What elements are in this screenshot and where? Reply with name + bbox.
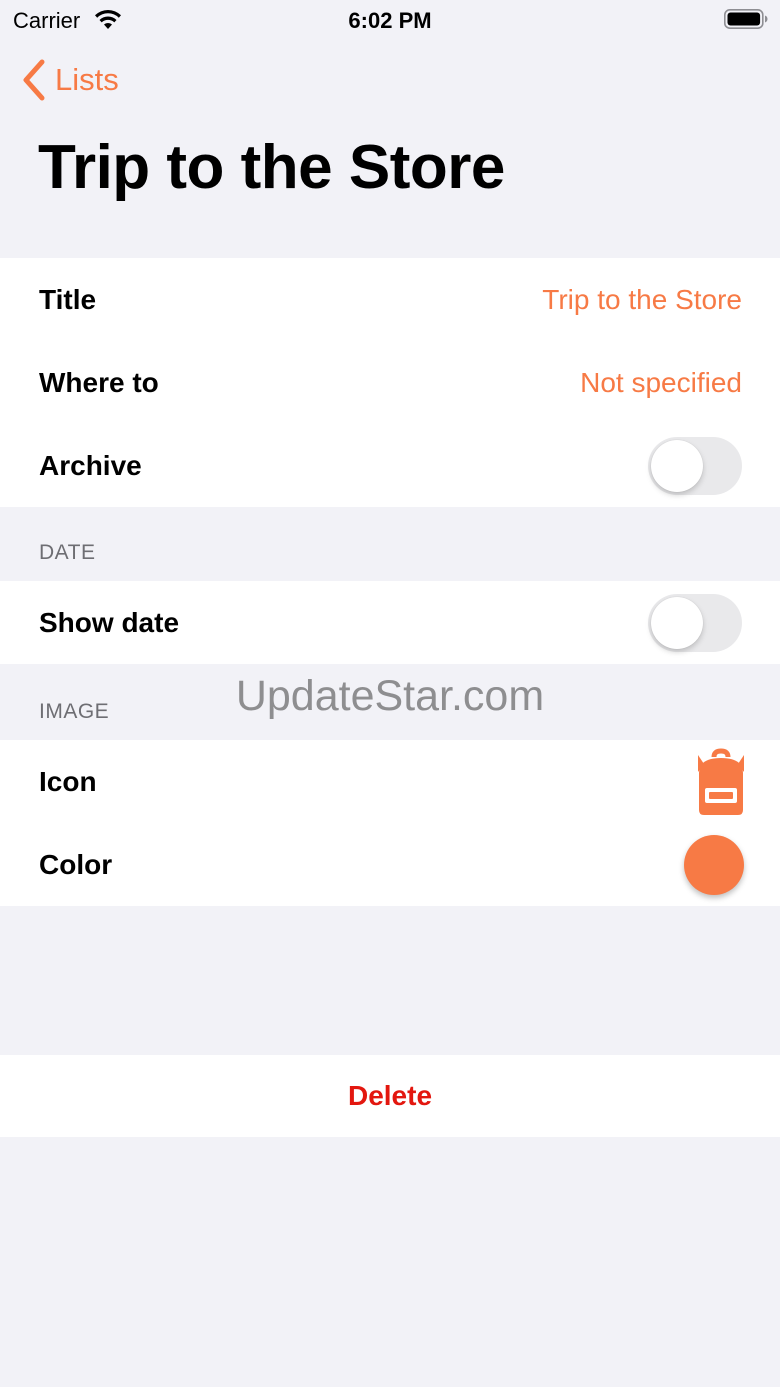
archive-toggle[interactable] bbox=[648, 436, 742, 495]
battery-icon bbox=[724, 9, 768, 29]
image-section-header: IMAGE bbox=[39, 700, 110, 723]
chevron-left-icon bbox=[23, 59, 45, 101]
show-date-row: Show date bbox=[0, 581, 780, 664]
show-date-toggle-knob bbox=[651, 596, 703, 649]
icon-label: Icon bbox=[39, 765, 97, 797]
page-title: Trip to the Store bbox=[38, 133, 505, 202]
color-row[interactable]: Color bbox=[0, 823, 780, 906]
color-label: Color bbox=[39, 848, 113, 880]
where-to-label: Where to bbox=[39, 366, 159, 398]
date-group: Show date bbox=[0, 581, 780, 664]
back-button-label: Lists bbox=[55, 62, 119, 97]
title-row[interactable]: Title Trip to the Store bbox=[0, 258, 780, 341]
image-group: Icon Color bbox=[0, 740, 780, 906]
show-date-toggle[interactable] bbox=[648, 593, 742, 652]
icon-row[interactable]: Icon bbox=[0, 740, 780, 823]
where-to-row[interactable]: Where to Not specified bbox=[0, 341, 780, 424]
watermark: UpdateStar.com bbox=[235, 672, 545, 720]
clock: 6:02 PM bbox=[348, 8, 432, 33]
archive-toggle-knob bbox=[651, 439, 703, 492]
archive-row: Archive bbox=[0, 424, 780, 507]
archive-label: Archive bbox=[39, 449, 142, 481]
title-label: Title bbox=[39, 283, 97, 315]
show-date-label: Show date bbox=[39, 606, 180, 638]
status-bar: Carrier 6:02 PM bbox=[0, 0, 780, 40]
date-section-header: DATE bbox=[39, 541, 96, 564]
details-group: Title Trip to the Store Where to Not spe… bbox=[0, 258, 780, 507]
color-swatch[interactable] bbox=[684, 834, 744, 895]
where-to-value[interactable]: Not specified bbox=[580, 367, 742, 399]
title-value[interactable]: Trip to the Store bbox=[542, 284, 742, 316]
delete-label: Delete bbox=[347, 1080, 433, 1111]
back-button[interactable]: Lists bbox=[22, 58, 119, 102]
backpack-icon[interactable] bbox=[694, 747, 748, 816]
delete-button[interactable]: Delete bbox=[0, 1055, 780, 1137]
